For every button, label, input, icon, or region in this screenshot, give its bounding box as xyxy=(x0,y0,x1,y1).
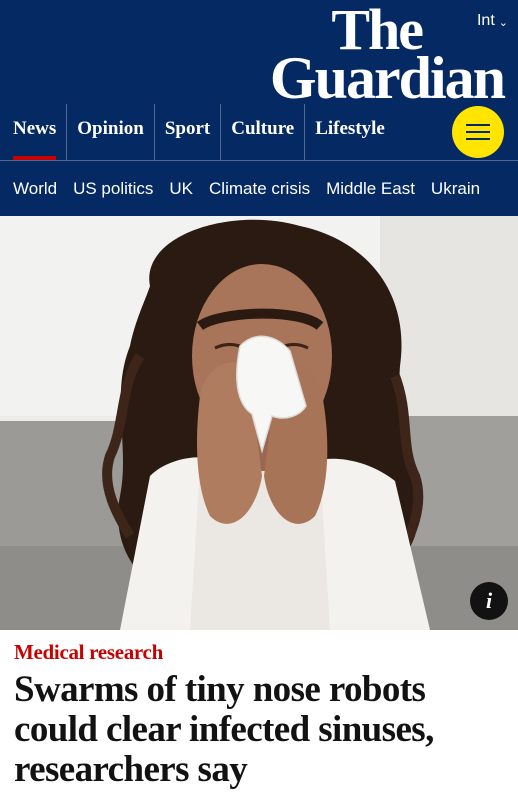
subnav-fade xyxy=(478,161,518,216)
image-info-button[interactable]: i xyxy=(470,582,508,620)
pillar-lifestyle[interactable]: Lifestyle xyxy=(304,104,395,160)
pillar-culture[interactable]: Culture xyxy=(220,104,304,160)
article-kicker[interactable]: Medical research xyxy=(14,640,163,665)
subnav-item-middle-east[interactable]: Middle East xyxy=(326,179,415,199)
menu-button[interactable] xyxy=(452,106,504,158)
logo-line-guardian: Guardian xyxy=(269,44,506,111)
pillar-opinion[interactable]: Opinion xyxy=(66,104,154,160)
subnav: World US politics UK Climate crisis Midd… xyxy=(0,160,518,216)
pillar-nav: News Opinion Sport Culture Lifestyle xyxy=(0,104,440,160)
subnav-item-climate-crisis[interactable]: Climate crisis xyxy=(209,179,310,199)
guardian-logo[interactable]: The Guardian xyxy=(224,1,506,111)
subnav-item-us-politics[interactable]: US politics xyxy=(73,179,153,199)
subnav-item-world[interactable]: World xyxy=(13,179,57,199)
pillar-sport[interactable]: Sport xyxy=(153,104,220,160)
article-headline: Swarms of tiny nose robots could clear i… xyxy=(14,669,434,790)
hamburger-icon xyxy=(466,124,490,126)
hero-illustration xyxy=(0,216,518,630)
masthead: Int ⌄ The Guardian News Opinion Sport Cu… xyxy=(0,0,518,160)
subnav-item-uk[interactable]: UK xyxy=(169,179,193,199)
pillar-news[interactable]: News xyxy=(0,104,66,160)
hero-image: i xyxy=(0,216,518,630)
subnav-item-ukraine[interactable]: Ukrain xyxy=(431,179,480,199)
